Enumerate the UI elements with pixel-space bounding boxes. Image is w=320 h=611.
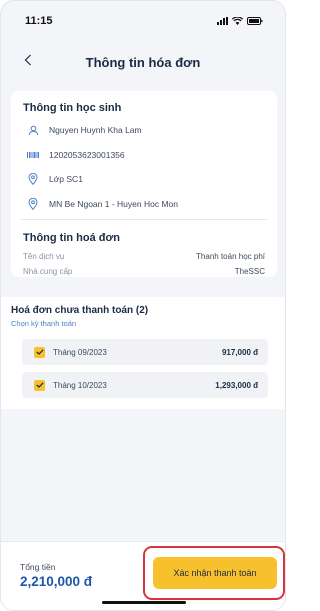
bill-month: Tháng 09/2023 [53,347,107,357]
bill-amount: 917,000 đ [221,347,258,357]
back-button[interactable] [19,53,37,71]
signal-icon [217,17,228,25]
chevron-left-icon [24,53,32,71]
phone-screen: 11:15 Thông tin hóa đơn Thông tin học si… [0,0,286,611]
location-pin-icon [27,173,39,185]
bill-row-october[interactable]: Tháng 10/2023 1,293,000 đ [22,372,268,398]
nav-bar: Thông tin hóa đơn [1,45,285,79]
provider-label: Nhà cung cấp [23,267,73,276]
select-period-label: Chọn kỳ thanh toán [11,319,77,328]
bill-row-september[interactable]: Tháng 09/2023 917,000 đ [22,339,268,365]
student-school-row: MN Be Ngoan 1 - Huyen Hoc Mon [27,198,178,210]
student-name: Nguyen Huynh Kha Lam [49,125,142,135]
status-icons [217,17,263,25]
bill-month: Tháng 10/2023 [53,380,107,390]
service-value: Thanh toán học phí [196,252,265,261]
bill-amount: 1,293,000 đ [215,380,258,390]
battery-icon [247,17,263,25]
status-bar: 11:15 [1,1,285,41]
student-code-row: 1202053623001356 [27,149,125,161]
student-class-row: Lớp SC1 [27,173,83,185]
info-card: Thông tin học sinh Nguyen Huynh Kha Lam … [11,91,277,277]
service-row: Tên dịch vụ Thanh toán học phí [23,252,265,261]
student-name-row: Nguyen Huynh Kha Lam [27,124,142,136]
student-class: Lớp SC1 [49,174,83,184]
service-label: Tên dịch vụ [23,252,65,261]
page-title: Thông tin hóa đơn [85,54,201,70]
invoice-section-title: Thông tin hoá đơn [23,232,121,244]
student-school: MN Be Ngoan 1 - Huyen Hoc Mon [49,199,178,209]
total-label: Tổng tiền [20,562,56,572]
unpaid-bills-section: Hoá đơn chưa thanh toán (2) Chọn kỳ than… [1,297,285,409]
student-code: 1202053623001356 [49,150,125,160]
divider [21,219,267,220]
unpaid-bills-title: Hoá đơn chưa thanh toán (2) [11,305,149,316]
user-icon [27,124,39,136]
provider-row: Nhà cung cấp TheSSC [23,267,265,276]
checkbox-checked[interactable] [34,379,45,391]
student-section-title: Thông tin học sinh [23,102,122,114]
provider-value: TheSSC [234,267,265,276]
location-pin-icon [27,198,39,210]
barcode-icon [27,149,39,161]
status-time: 11:15 [25,15,53,27]
home-indicator [102,601,186,604]
confirm-payment-button[interactable]: Xác nhận thanh toán [153,557,277,589]
wifi-icon [232,17,243,25]
total-value: 2,210,000 đ [20,574,93,589]
checkbox-checked[interactable] [34,346,45,358]
